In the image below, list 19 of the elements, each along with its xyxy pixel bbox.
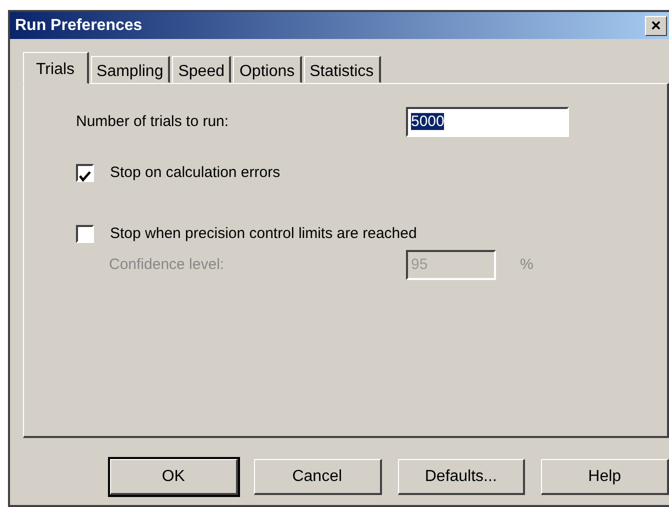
tab[interactable]: Options — [233, 56, 302, 83]
field-label: Confidence level: — [108, 254, 226, 275]
input-field[interactable]: 5000 — [406, 107, 569, 137]
tab[interactable]: Sampling — [90, 56, 170, 83]
dialog-button[interactable]: Defaults... — [398, 459, 526, 495]
close-button[interactable]: × — [645, 16, 667, 36]
tab[interactable]: Statistics — [304, 56, 381, 83]
tab[interactable]: Trials — [23, 52, 89, 84]
tab[interactable]: Speed — [172, 56, 232, 83]
checkbox[interactable] — [76, 164, 94, 182]
dialog-button[interactable]: Cancel — [254, 459, 382, 495]
dialog-button[interactable]: OK — [110, 459, 238, 495]
dialog-button[interactable]: Help — [541, 459, 669, 495]
checkbox[interactable] — [76, 224, 94, 243]
field-label: Number of trials to run: — [76, 112, 230, 132]
checkbox-label: Stop when precision control limits are reached — [110, 224, 417, 244]
unit-label: % — [520, 254, 534, 275]
checkbox-label: Stop on calculation errors — [110, 163, 280, 183]
window-title: Run Preferences — [15, 16, 142, 36]
